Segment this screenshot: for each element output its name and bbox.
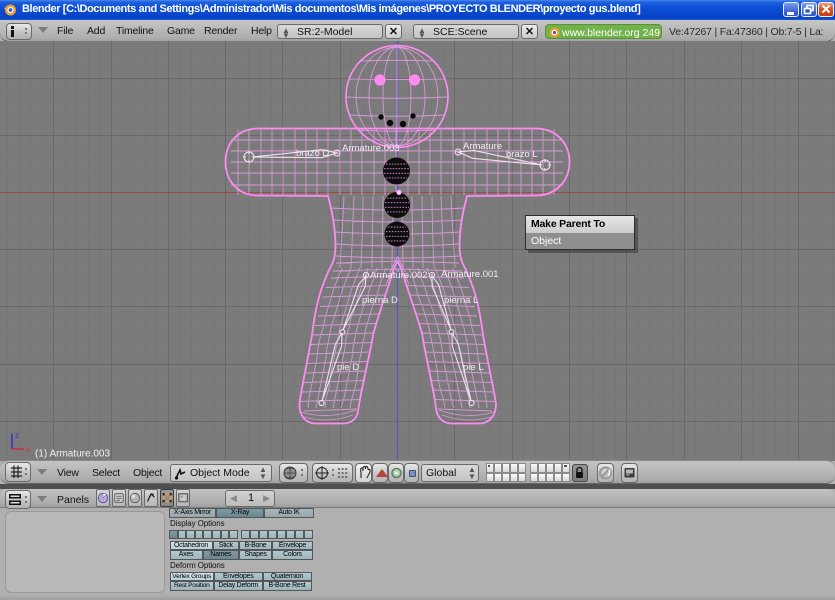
svg-text:Armature.001: Armature.001 xyxy=(441,269,499,280)
svg-text:Armature.003: Armature.003 xyxy=(342,143,400,154)
svg-text:brazo D: brazo D xyxy=(296,148,329,159)
svg-text:brazo L: brazo L xyxy=(506,149,538,160)
svg-text:pie D: pie D xyxy=(337,362,359,373)
svg-text:Armature: Armature xyxy=(463,141,502,152)
svg-text:pierna D: pierna D xyxy=(362,295,398,306)
svg-text:pierna L: pierna L xyxy=(444,295,478,306)
svg-text:pie L: pie L xyxy=(463,362,484,373)
svg-text:(1) Armature.003: (1) Armature.003 xyxy=(35,449,110,460)
svg-text:z: z xyxy=(15,431,19,440)
svg-text:Armature.002: Armature.002 xyxy=(370,270,428,281)
svg-text:x: x xyxy=(26,445,30,454)
